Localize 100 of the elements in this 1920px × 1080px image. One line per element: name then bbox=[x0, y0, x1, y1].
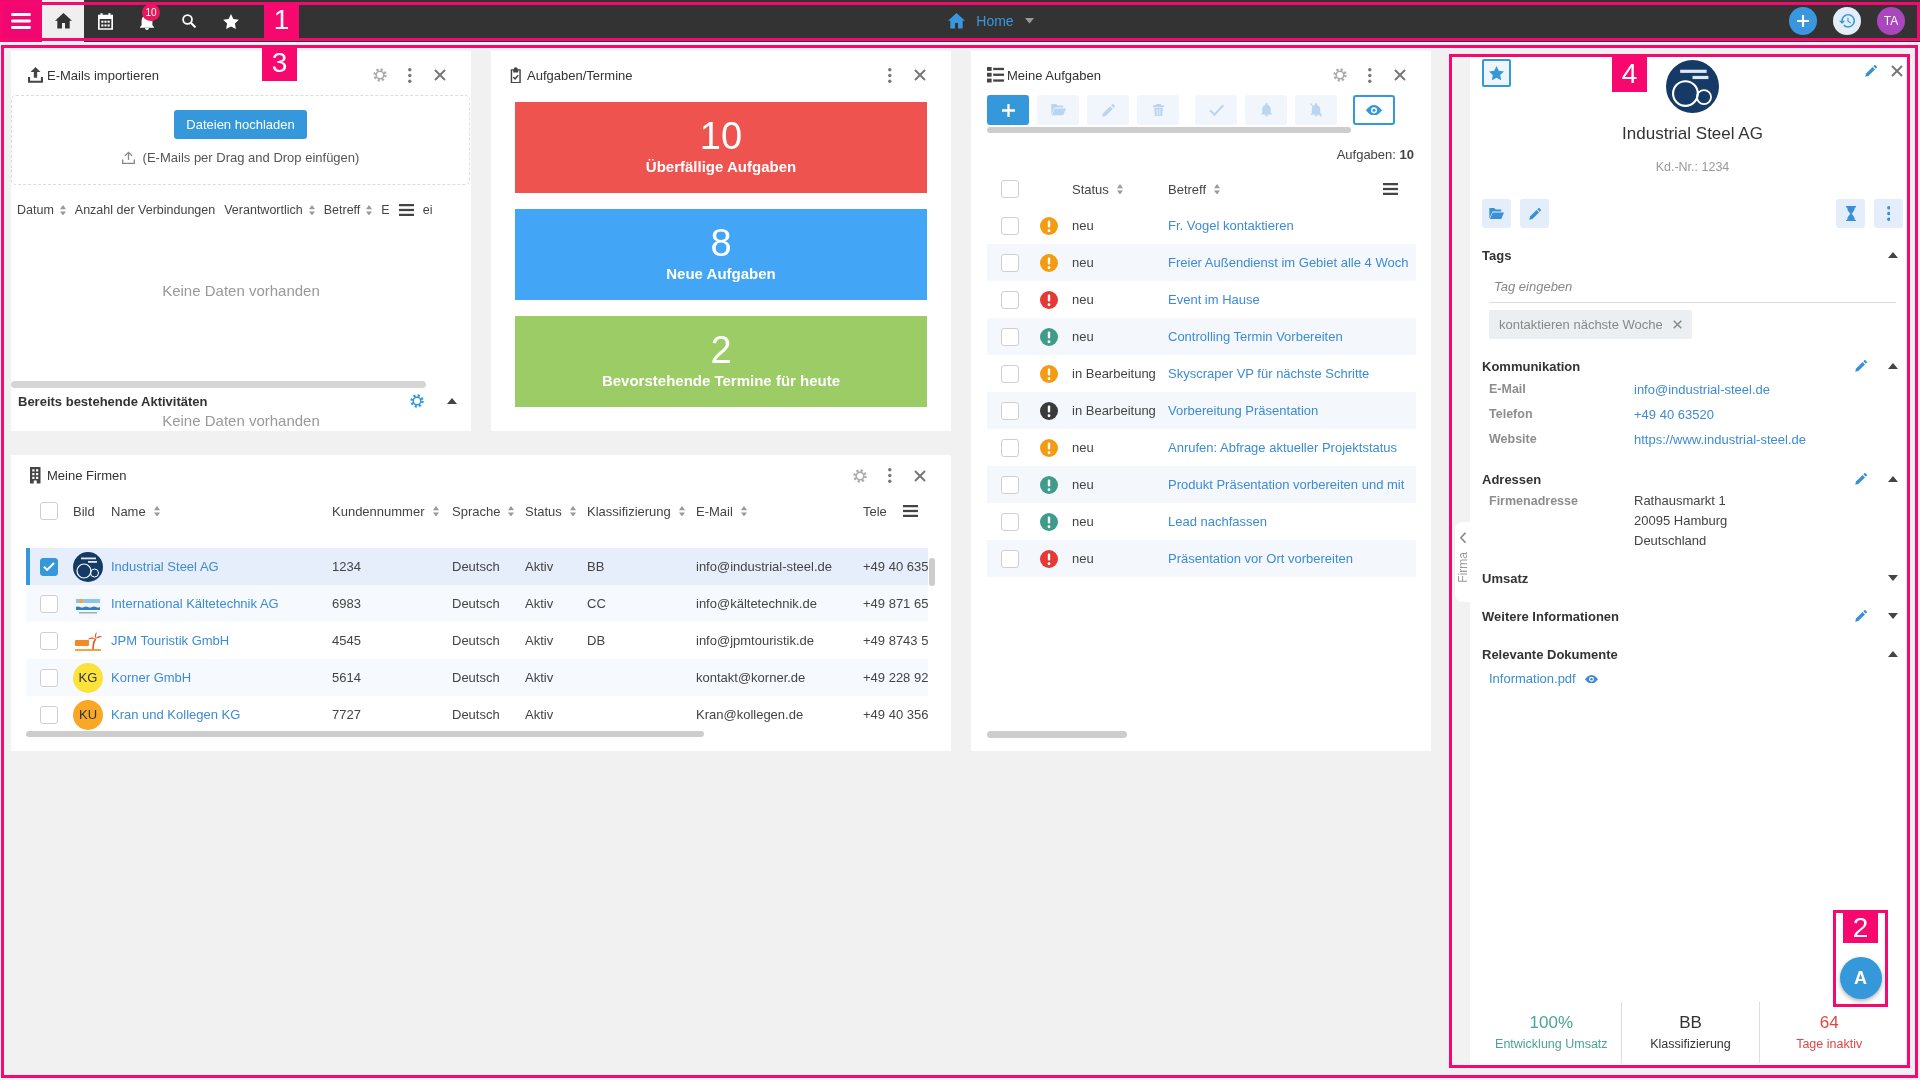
column-header[interactable]: Datum bbox=[17, 203, 66, 217]
settings-icon[interactable] bbox=[410, 394, 424, 408]
sort-icon[interactable] bbox=[366, 204, 373, 216]
sort-icon[interactable] bbox=[1214, 183, 1221, 195]
close-icon[interactable] bbox=[914, 69, 926, 81]
checkbox[interactable] bbox=[1001, 438, 1019, 457]
kebab-menu-icon[interactable] bbox=[888, 67, 892, 83]
checkbox[interactable] bbox=[40, 557, 58, 576]
checkbox[interactable] bbox=[1001, 364, 1019, 383]
task-row[interactable]: neu Freier Außendienst im Gebiet alle 4 Woch bbox=[987, 244, 1416, 281]
caret-up-icon[interactable] bbox=[1888, 651, 1898, 657]
close-icon[interactable] bbox=[1891, 65, 1903, 77]
column-header[interactable]: Kundennummer bbox=[332, 503, 439, 519]
checkbox[interactable] bbox=[1001, 475, 1019, 494]
checkbox[interactable] bbox=[1001, 401, 1019, 420]
task-link[interactable]: Event im Hause bbox=[1168, 292, 1416, 307]
checkbox[interactable] bbox=[40, 668, 58, 687]
document-link[interactable]: Information.pdf bbox=[1489, 669, 1576, 689]
task-row[interactable]: neu Fr. Vogel kontaktieren bbox=[987, 207, 1416, 244]
column-menu-icon[interactable] bbox=[398, 204, 414, 216]
eye-icon[interactable] bbox=[1584, 674, 1598, 684]
checkbox[interactable] bbox=[1001, 327, 1019, 346]
column-header[interactable]: ei bbox=[422, 203, 433, 217]
checkbox[interactable] bbox=[40, 631, 58, 650]
column-header[interactable]: Status bbox=[525, 503, 576, 519]
column-header[interactable]: Betreff bbox=[1168, 181, 1221, 197]
caret-up-icon[interactable] bbox=[1888, 476, 1898, 482]
reminder-button[interactable] bbox=[1836, 199, 1865, 228]
sort-icon[interactable] bbox=[308, 204, 315, 216]
checkbox[interactable] bbox=[1001, 180, 1019, 198]
column-header[interactable]: Anzahl der Verbindungen bbox=[74, 203, 216, 217]
column-header[interactable]: Bild bbox=[73, 503, 95, 519]
checkbox[interactable] bbox=[40, 594, 58, 613]
task-row[interactable]: neu Anrufen: Abfrage aktueller Projektstatus bbox=[987, 429, 1416, 466]
drop-zone[interactable]: Dateien hochladen (E-Mails per Drag and Drop einfügen) bbox=[11, 95, 470, 185]
task-link[interactable]: Skyscraper VP für nächste Schritte bbox=[1168, 366, 1416, 381]
close-icon[interactable] bbox=[434, 69, 446, 81]
kebab-menu-icon[interactable] bbox=[888, 468, 892, 483]
checkbox[interactable] bbox=[1001, 549, 1019, 568]
add-button[interactable] bbox=[1789, 7, 1817, 35]
sort-icon[interactable] bbox=[740, 505, 747, 517]
checkbox[interactable] bbox=[40, 705, 58, 724]
task-row[interactable]: neu Lead nachfassen bbox=[987, 503, 1416, 540]
task-row[interactable]: in Bearbeitung Skyscraper VP für nächste Schritte bbox=[987, 355, 1416, 392]
scrollbar[interactable] bbox=[987, 731, 1127, 738]
company-link[interactable]: Korner GmbH bbox=[111, 670, 332, 685]
company-row[interactable]: Industrial Steel AG 1234 Deutsch Aktiv BB info@industrial-steel.de +49 40 635 bbox=[26, 548, 928, 585]
user-avatar[interactable]: TA bbox=[1877, 7, 1905, 35]
task-link[interactable]: Fr. Vogel kontaktieren bbox=[1168, 218, 1416, 233]
company-row[interactable]: KG Korner GmbH 5614 Deutsch Aktiv kontakt@korner.de +49 228 92 bbox=[26, 659, 928, 696]
task-row[interactable]: neu Event im Hause bbox=[987, 281, 1416, 318]
preview-button[interactable] bbox=[1353, 95, 1395, 125]
sort-icon[interactable] bbox=[569, 505, 576, 517]
caret-up-icon[interactable] bbox=[447, 398, 457, 404]
pencil-icon[interactable] bbox=[1855, 473, 1867, 485]
task-link[interactable]: Lead nachfassen bbox=[1168, 514, 1416, 529]
column-header[interactable]: Name bbox=[111, 503, 160, 519]
company-row[interactable]: International Kältetechnik AG 6983 Deutsch Aktiv CC info@kältetechnik.de +49 871 65 bbox=[26, 585, 928, 622]
settings-icon[interactable] bbox=[373, 68, 387, 82]
remove-icon[interactable] bbox=[1672, 320, 1682, 329]
folder-button[interactable] bbox=[1482, 199, 1511, 228]
column-header[interactable]: Klassifizierung bbox=[587, 503, 685, 519]
column-menu-icon[interactable] bbox=[1383, 183, 1398, 195]
column-header[interactable]: Sprache bbox=[452, 503, 515, 519]
pencil-icon[interactable] bbox=[1855, 610, 1867, 622]
pencil-icon[interactable] bbox=[1865, 65, 1877, 77]
company-link[interactable]: International Kältetechnik AG bbox=[111, 596, 332, 611]
column-header[interactable]: E-Mail bbox=[696, 503, 747, 519]
column-header[interactable]: E bbox=[381, 203, 390, 217]
field-link[interactable]: https://www.industrial-steel.de bbox=[1634, 427, 1903, 452]
task-row[interactable]: neu Produkt Präsentation vorbereiten und mit bbox=[987, 466, 1416, 503]
settings-icon[interactable] bbox=[1333, 68, 1347, 82]
scrollbar[interactable] bbox=[11, 381, 426, 388]
checkbox[interactable] bbox=[1001, 253, 1019, 272]
close-icon[interactable] bbox=[1394, 69, 1406, 81]
kebab-menu-icon[interactable] bbox=[408, 67, 412, 83]
task-row[interactable]: neu Controlling Termin Vorbereiten bbox=[987, 318, 1416, 355]
checkbox[interactable] bbox=[1001, 290, 1019, 309]
close-icon[interactable] bbox=[914, 469, 926, 482]
scrollbar[interactable] bbox=[929, 558, 935, 586]
caret-up-icon[interactable] bbox=[1888, 252, 1898, 258]
caret-down-icon[interactable] bbox=[1888, 575, 1898, 581]
scrollbar[interactable] bbox=[987, 127, 1351, 133]
field-link[interactable]: info@industrial-steel.de bbox=[1634, 377, 1903, 402]
sort-icon[interactable] bbox=[59, 204, 66, 216]
sort-icon[interactable] bbox=[432, 505, 439, 517]
sort-icon[interactable] bbox=[153, 505, 160, 517]
column-header[interactable]: Tele bbox=[863, 503, 887, 519]
sort-icon[interactable] bbox=[508, 505, 515, 517]
checkbox[interactable] bbox=[40, 502, 58, 520]
pencil-icon[interactable] bbox=[1855, 360, 1867, 372]
sort-icon[interactable] bbox=[1116, 183, 1123, 195]
task-link[interactable]: Präsentation vor Ort vorbereiten bbox=[1168, 551, 1416, 566]
company-link[interactable]: Kran und Kollegen KG bbox=[111, 707, 332, 722]
checkbox[interactable] bbox=[1001, 512, 1019, 531]
caret-down-icon[interactable] bbox=[1888, 613, 1898, 619]
task-link[interactable]: Vorbereitung Präsentation bbox=[1168, 403, 1416, 418]
favorite-button[interactable] bbox=[1482, 59, 1511, 87]
task-row[interactable]: in Bearbeitung Vorbereitung Präsentation bbox=[987, 392, 1416, 429]
column-header[interactable]: Verantwortlich bbox=[224, 203, 315, 217]
